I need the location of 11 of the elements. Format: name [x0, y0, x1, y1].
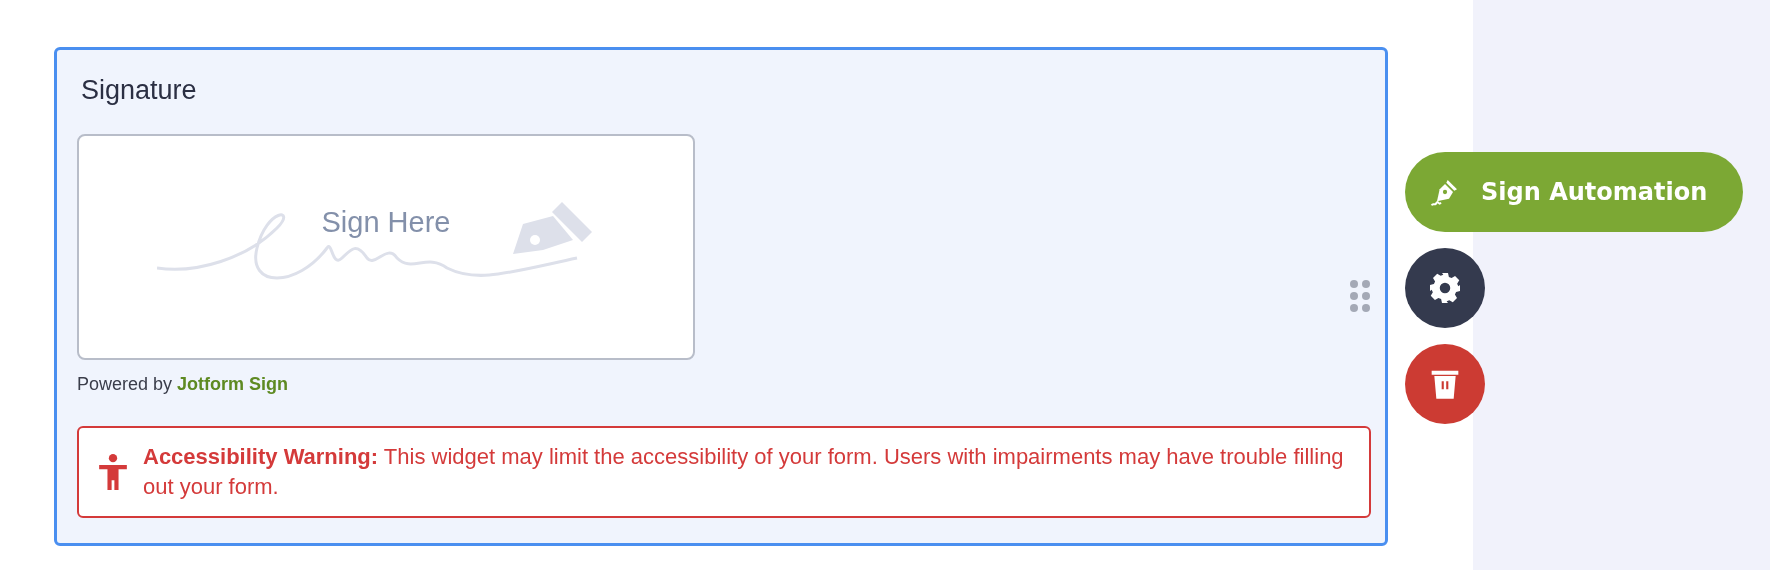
field-label: Signature [80, 74, 198, 106]
sign-automation-button[interactable]: Sign Automation [1405, 152, 1744, 232]
person-icon [99, 454, 127, 490]
drag-handle[interactable] [1350, 280, 1370, 312]
signature-field-card[interactable]: Signature Sign Here Powered by Jotform Sign Accessibility Warning: This widget may limit the accessibility of your form. Users with impairments may have trouble filling out your form. [54, 47, 1388, 546]
warning-text: Accessibility Warning: This widget may limit the accessibility of your form. Users with impairments may have trouble filling out your form. [143, 443, 1345, 501]
signature-placeholder: Sign Here [321, 206, 451, 238]
settings-icon [1427, 270, 1463, 306]
signature-pad[interactable]: Sign Here [77, 134, 695, 360]
powered-by-text: Powered by Jotform Sign [77, 373, 290, 396]
jotform-sign-link[interactable]: Jotform Sign [177, 374, 289, 394]
